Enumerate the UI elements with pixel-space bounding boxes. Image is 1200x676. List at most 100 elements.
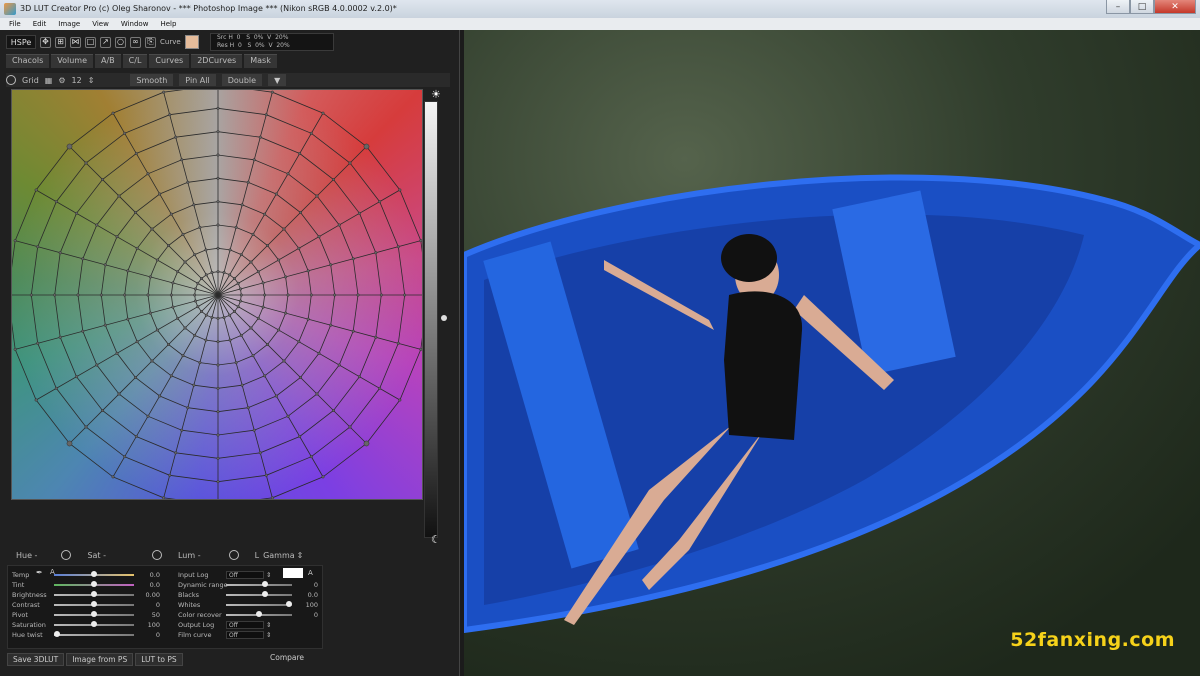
grid-node[interactable] xyxy=(168,473,172,477)
grid-node[interactable] xyxy=(315,392,319,396)
grid-node[interactable] xyxy=(58,335,62,339)
grid-node[interactable] xyxy=(134,434,138,438)
compare-button[interactable]: Compare xyxy=(270,653,304,662)
grid-node[interactable] xyxy=(134,211,138,215)
dropdown-stepper-icon[interactable]: ⇕ xyxy=(266,571,271,579)
grid-node[interactable] xyxy=(192,383,196,387)
grid-node[interactable] xyxy=(298,152,302,156)
grid-node[interactable] xyxy=(54,386,58,390)
grid-node[interactable] xyxy=(193,293,197,297)
luminance-handle[interactable] xyxy=(441,315,447,321)
grid-node[interactable] xyxy=(228,273,232,277)
grid-node[interactable] xyxy=(333,293,337,297)
grid-node[interactable] xyxy=(181,354,185,358)
select-rect-icon[interactable]: □ xyxy=(85,36,96,48)
grid-node[interactable] xyxy=(239,299,243,303)
grid-node[interactable] xyxy=(329,323,333,327)
tab-curves[interactable]: Curves xyxy=(149,54,190,68)
grid-node[interactable] xyxy=(363,143,370,150)
grid-node[interactable] xyxy=(351,257,355,261)
grid-node[interactable] xyxy=(196,305,200,309)
grid-node[interactable] xyxy=(249,326,253,330)
grid-node[interactable] xyxy=(180,158,184,162)
grid-node[interactable] xyxy=(200,309,204,313)
grid-node[interactable] xyxy=(174,451,178,455)
grid-node[interactable] xyxy=(419,239,423,243)
grid-node[interactable] xyxy=(306,269,310,273)
grid-node[interactable] xyxy=(193,299,197,303)
slider-knob[interactable] xyxy=(54,631,60,637)
grid-node[interactable] xyxy=(277,258,281,262)
grid-node[interactable] xyxy=(216,340,220,344)
grid-node[interactable] xyxy=(193,253,197,257)
grid-node[interactable] xyxy=(84,161,88,165)
lut-to-ps-button[interactable]: LUT to PS xyxy=(135,652,183,666)
menu-window[interactable]: Window xyxy=(121,20,149,28)
grid-node[interactable] xyxy=(252,158,256,162)
grid-node[interactable] xyxy=(181,232,185,236)
grid-node[interactable] xyxy=(99,293,103,297)
grid-node[interactable] xyxy=(403,293,407,297)
control-slider[interactable] xyxy=(54,591,134,597)
control-value[interactable]: 0.0 xyxy=(296,591,318,599)
tab-cl[interactable]: C/L xyxy=(122,54,148,68)
control-dropdown[interactable]: Off xyxy=(226,621,264,629)
grid-node[interactable] xyxy=(216,246,220,250)
smooth-button[interactable]: Smooth xyxy=(130,74,174,86)
grid-count[interactable]: 12 xyxy=(72,76,82,85)
tab-chacols[interactable]: Chacols xyxy=(6,54,50,68)
distort-icon[interactable]: ⋈ xyxy=(70,36,81,48)
copy-icon[interactable]: ⎘ xyxy=(145,36,156,48)
grid-node[interactable] xyxy=(396,341,400,345)
grid-node[interactable] xyxy=(58,251,62,255)
grid-node[interactable] xyxy=(169,374,173,378)
reset-circle-icon[interactable] xyxy=(6,75,16,85)
grid-node[interactable] xyxy=(183,326,187,330)
control-dropdown[interactable]: Off xyxy=(226,571,264,579)
grid-node[interactable] xyxy=(84,425,88,429)
grid-node[interactable] xyxy=(146,172,150,176)
grid-node[interactable] xyxy=(265,342,269,346)
grid-node[interactable] xyxy=(186,180,190,184)
grid-node[interactable] xyxy=(239,293,243,297)
grid-node[interactable] xyxy=(251,354,255,358)
slider-knob[interactable] xyxy=(91,601,97,607)
grid-node[interactable] xyxy=(263,374,267,378)
grid-node[interactable] xyxy=(228,313,232,317)
grid-node[interactable] xyxy=(158,192,162,196)
grid-node[interactable] xyxy=(103,263,107,267)
grid-node[interactable] xyxy=(236,305,240,309)
dropdown-arrow-icon[interactable]: ▼ xyxy=(268,74,287,86)
grid-node[interactable] xyxy=(123,131,127,135)
grid-label[interactable]: Grid xyxy=(22,76,39,85)
grid-node[interactable] xyxy=(29,293,33,297)
grid-node[interactable] xyxy=(357,211,361,215)
control-dropdown[interactable]: Off xyxy=(226,631,264,639)
grid-node[interactable] xyxy=(239,253,243,257)
grid-node[interactable] xyxy=(321,475,325,479)
grid-node[interactable] xyxy=(158,394,162,398)
grid-node[interactable] xyxy=(398,188,402,192)
grid-node[interactable] xyxy=(240,203,244,207)
grid-node[interactable] xyxy=(148,275,152,279)
grid-node[interactable] xyxy=(150,359,154,363)
grid-node[interactable] xyxy=(222,270,226,274)
grid-node[interactable] xyxy=(298,434,302,438)
grid-node[interactable] xyxy=(53,293,57,297)
grid-node[interactable] xyxy=(261,305,265,309)
grid-node[interactable] xyxy=(66,440,73,447)
grid-node[interactable] xyxy=(162,496,166,500)
gamma-select[interactable]: Gamma xyxy=(263,551,295,560)
control-value[interactable]: 0.00 xyxy=(138,591,160,599)
grid-node[interactable] xyxy=(134,152,138,156)
menu-edit[interactable]: Edit xyxy=(33,20,47,28)
luminance-strip[interactable] xyxy=(424,101,438,538)
close-icon[interactable]: ✕ xyxy=(1154,0,1196,14)
grid-node[interactable] xyxy=(216,410,220,414)
grid-node[interactable] xyxy=(103,323,107,327)
control-slider[interactable] xyxy=(226,611,292,617)
grid-node[interactable] xyxy=(180,428,184,432)
grid-node[interactable] xyxy=(356,293,360,297)
grid-node[interactable] xyxy=(252,428,256,432)
slider-knob[interactable] xyxy=(91,611,97,617)
